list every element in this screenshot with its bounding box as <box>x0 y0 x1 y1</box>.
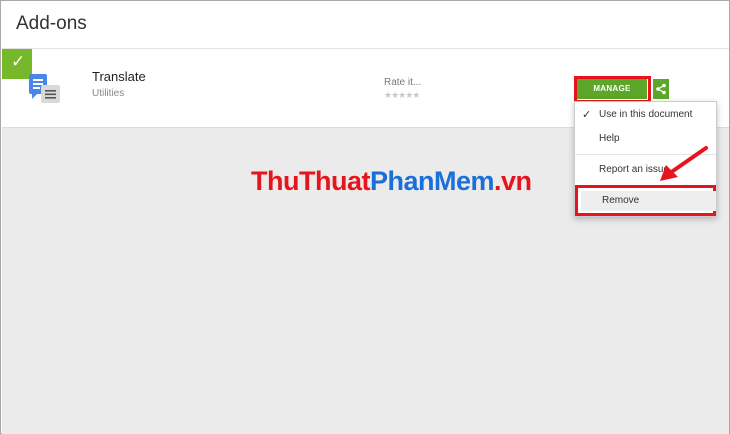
watermark-part-2: PhanMem <box>369 166 495 196</box>
watermark-part-1: ThuThuat <box>251 166 370 196</box>
dialog-header: Add-ons <box>2 2 729 49</box>
watermark-part-3: .vn <box>494 166 532 196</box>
translate-app-icon <box>29 74 60 103</box>
addons-dialog: Add-ons ✓ Translate Utilities Rate it...… <box>0 0 730 434</box>
addon-category: Utilities <box>92 88 125 99</box>
checkmark-icon: ✓ <box>582 108 592 121</box>
addon-name: Translate <box>92 69 146 84</box>
menu-item-label: Help <box>599 133 620 144</box>
rate-label[interactable]: Rate it... <box>384 77 421 88</box>
menu-item-label: Remove <box>602 195 640 206</box>
watermark-text: ThuThuatPhanMem.vn <box>251 166 532 197</box>
check-icon: ✓ <box>11 52 26 72</box>
share-button[interactable] <box>653 79 669 99</box>
menu-item-use-in-document[interactable]: ✓ Use in this document <box>575 104 716 126</box>
dialog-title: Add-ons <box>16 13 87 34</box>
pointer-arrow-icon <box>660 146 708 181</box>
manage-button-highlight <box>574 76 651 103</box>
remove-highlight: Remove <box>575 185 716 216</box>
menu-item-remove[interactable]: Remove <box>581 191 716 211</box>
menu-item-label: Use in this document <box>599 109 693 120</box>
share-icon <box>656 83 666 95</box>
rating-stars[interactable]: ★★★★★ <box>384 91 420 101</box>
